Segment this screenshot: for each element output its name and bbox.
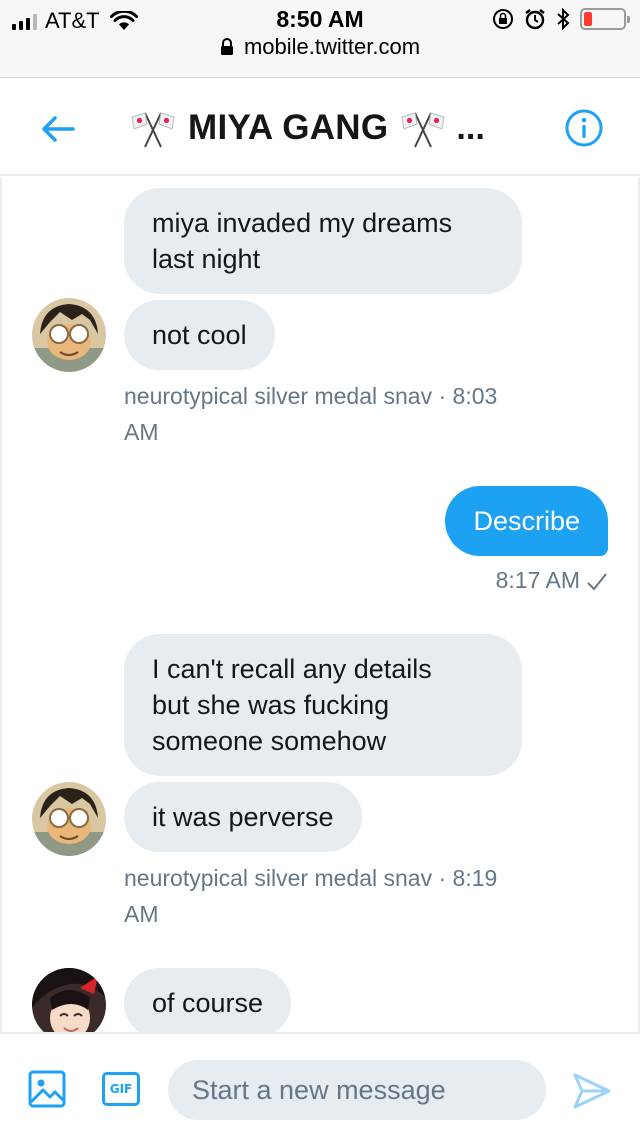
conversation-header: MIYA GANG ... bbox=[0, 79, 640, 176]
alarm-icon bbox=[525, 9, 545, 30]
user-avatar-image bbox=[32, 782, 106, 856]
add-gif-button[interactable]: GIF bbox=[102, 1072, 140, 1106]
info-icon bbox=[565, 109, 603, 147]
message-meta: neurotypical silver medal snav · 8:19 AM bbox=[124, 865, 498, 927]
user-avatar-image bbox=[32, 298, 106, 372]
message-bubble-received[interactable]: of course bbox=[124, 968, 292, 1032]
bluetooth-icon bbox=[557, 8, 570, 30]
message-bubble-received[interactable]: not cool bbox=[124, 300, 275, 370]
user-avatar-image bbox=[32, 968, 106, 1032]
crossed-flags-icon bbox=[131, 112, 175, 148]
lock-icon bbox=[220, 38, 233, 55]
address-bar[interactable]: mobile.twitter.com bbox=[0, 34, 640, 60]
avatar[interactable] bbox=[32, 968, 106, 1032]
message-bubble-received[interactable]: miya invaded my dreams last night bbox=[124, 188, 522, 294]
message-meta: neurotypical silver medal snav · 8:03 AM bbox=[124, 383, 498, 445]
message-text: not cool bbox=[152, 320, 247, 350]
crossed-flags-icon bbox=[401, 112, 445, 148]
back-arrow-icon bbox=[42, 116, 75, 142]
status-right bbox=[492, 8, 630, 30]
message-meta-sent: 8:17 AM bbox=[496, 562, 608, 598]
sent-time: 8:17 AM bbox=[495, 567, 580, 593]
url-text: mobile.twitter.com bbox=[243, 34, 421, 59]
message-bubble-received[interactable]: it was perverse bbox=[124, 782, 362, 852]
send-button[interactable] bbox=[572, 1072, 612, 1110]
avatar[interactable] bbox=[32, 298, 106, 372]
gif-label: GIF bbox=[109, 1082, 133, 1096]
title-ellipsis: ... bbox=[456, 108, 485, 147]
message-text: Describe bbox=[473, 506, 580, 536]
rotation-lock-icon bbox=[493, 9, 513, 29]
message-bubble-received[interactable]: I can't recall any details but she was f… bbox=[124, 634, 522, 776]
conversation-title-group[interactable]: MIYA GANG ... bbox=[130, 103, 485, 153]
conversation-info-button[interactable] bbox=[564, 108, 604, 148]
ios-status-bar: AT&T 8:50 AM mobile.twitter.com bbox=[0, 0, 640, 78]
message-text: of course bbox=[152, 988, 264, 1018]
send-icon bbox=[573, 1073, 611, 1109]
message-text: miya invaded my dreams last night bbox=[152, 208, 453, 274]
image-icon bbox=[28, 1070, 66, 1108]
add-photo-button[interactable] bbox=[28, 1070, 66, 1108]
message-text: it was perverse bbox=[152, 802, 334, 832]
read-check-icon bbox=[587, 573, 607, 591]
battery-icon bbox=[580, 8, 630, 30]
avatar[interactable] bbox=[32, 782, 106, 856]
message-text: I can't recall any details but she was f… bbox=[152, 654, 432, 756]
message-list[interactable]: miya invaded my dreams last night not co… bbox=[0, 178, 640, 1032]
message-composer: GIF bbox=[0, 1032, 640, 1136]
battery-level bbox=[584, 12, 592, 26]
message-bubble-sent[interactable]: Describe bbox=[445, 486, 608, 556]
back-button[interactable] bbox=[38, 109, 78, 149]
conversation-title: MIYA GANG bbox=[188, 108, 389, 147]
message-input[interactable] bbox=[168, 1060, 546, 1120]
